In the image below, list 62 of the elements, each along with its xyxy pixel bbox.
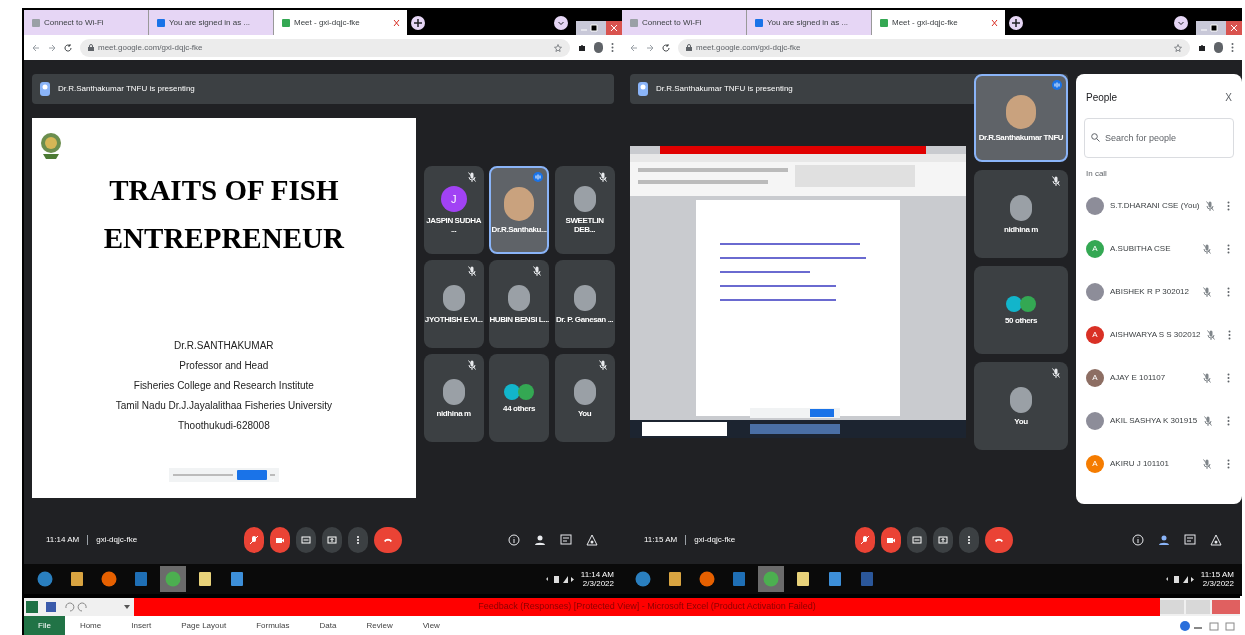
- ribbon-tab[interactable]: Page Layout: [166, 616, 242, 635]
- participant-name: JYOTHISH E.VI...: [424, 314, 483, 324]
- participant-name: 44 others: [503, 403, 536, 413]
- ribbon-tab[interactable]: Insert: [116, 616, 167, 635]
- ribbon-tab[interactable]: File: [24, 616, 65, 635]
- letter-avatar: A: [1086, 454, 1104, 473]
- letter-avatar: A: [1086, 368, 1104, 387]
- slide-text: Thoothukudi-628008: [177, 419, 270, 433]
- meeting-time: 11:15 AM: [644, 534, 678, 546]
- member-name: ABISHEK R P 302012: [1110, 285, 1190, 298]
- slide-text: Fisheries College and Research Institute: [133, 379, 314, 393]
- ribbon-tab[interactable]: Review: [351, 616, 408, 635]
- browser-tab[interactable]: Meet - gxi-dqjc-fke: [274, 10, 389, 35]
- ribbon-tab[interactable]: Formulas: [241, 616, 305, 635]
- search-field[interactable]: Search for people: [1084, 118, 1234, 158]
- clock-time: 11:15 AM: [1200, 570, 1234, 579]
- participant-name: Dr.R.Santhaku...: [491, 224, 547, 234]
- browser-tab[interactable]: Connect to Wi-Fi: [24, 10, 149, 35]
- presenting-banner: Dr.R.Santhakumar TNFU is presenting: [32, 74, 614, 104]
- ribbon-tab[interactable]: View: [407, 616, 455, 635]
- slide-title: ENTREPRENEUR: [103, 221, 344, 256]
- meeting-time: 11:14 AM: [46, 534, 80, 546]
- section-label: In call: [1085, 168, 1108, 180]
- member-name: S.T.DHARANI CSE (You): [1110, 199, 1200, 212]
- browser-tab[interactable]: Connect to Wi-Fi: [622, 10, 747, 35]
- clock-date: 2/3/2022: [582, 579, 614, 588]
- participant-name: HUBIN BENSI L...: [489, 314, 549, 324]
- participant-name: SWEETLIN DEB...: [564, 216, 605, 234]
- meeting-code: gxi-dqjc-fke: [694, 534, 736, 546]
- address-bar[interactable]: meet.google.com/gxi-dqjc-fke: [678, 38, 1190, 57]
- ribbon-tab[interactable]: Home: [64, 616, 117, 635]
- member-name: AKIRU J 101101: [1110, 457, 1170, 470]
- address-bar[interactable]: meet.google.com/gxi-dqjc-fke: [80, 38, 570, 57]
- member-name: A.SUBITHA CSE: [1110, 242, 1172, 255]
- clock-time: 11:14 AM: [580, 570, 614, 579]
- slide-title: TRAITS OF FISH: [109, 173, 339, 208]
- letter-avatar: A: [1086, 239, 1104, 258]
- participant-name: Dr.R.Santhakumar TNFU: [978, 132, 1064, 142]
- participant-name: JASPIN SUDHA ...: [425, 216, 483, 234]
- browser-tab[interactable]: Meet - gxi-dqjc-fke: [872, 10, 987, 35]
- close-button[interactable]: X: [1225, 89, 1232, 105]
- participant-name: You: [1014, 416, 1028, 426]
- participant-name: Dr. P. Ganesan ...: [555, 314, 614, 324]
- slide-text: Tamil Nadu Dr.J.Jayalalithaa Fisheries University: [115, 399, 332, 413]
- browser-tab[interactable]: You are signed in as ...: [747, 10, 872, 35]
- participant-name: 50 others: [1005, 315, 1037, 325]
- slide-text: Professor and Head: [179, 359, 269, 373]
- participant-name: You: [577, 408, 592, 418]
- member-name: AKIL SASHYA K 301915: [1110, 414, 1198, 427]
- letter-avatar: A: [1086, 325, 1104, 344]
- panel-title: People: [1086, 90, 1118, 105]
- browser-tab[interactable]: You are signed in as ...: [149, 10, 274, 35]
- member-name: AJAY E 101107: [1110, 371, 1167, 384]
- ribbon-tab[interactable]: Data: [304, 616, 352, 635]
- letter-avatar: J: [440, 186, 467, 212]
- participant-name: nidhina m: [436, 408, 471, 418]
- clock-date: 2/3/2022: [1202, 579, 1234, 588]
- slide-text: Dr.R.SANTHAKUMAR: [174, 339, 274, 353]
- participant-name: nidhina m: [1003, 224, 1039, 234]
- meeting-code: gxi-dqjc-fke: [96, 534, 138, 546]
- window-title: Feedback (Responses) [Protected View] - Microsoft Excel (Product Activation Failed): [478, 600, 816, 614]
- member-name: AISHWARYA S S 302012: [1110, 328, 1201, 341]
